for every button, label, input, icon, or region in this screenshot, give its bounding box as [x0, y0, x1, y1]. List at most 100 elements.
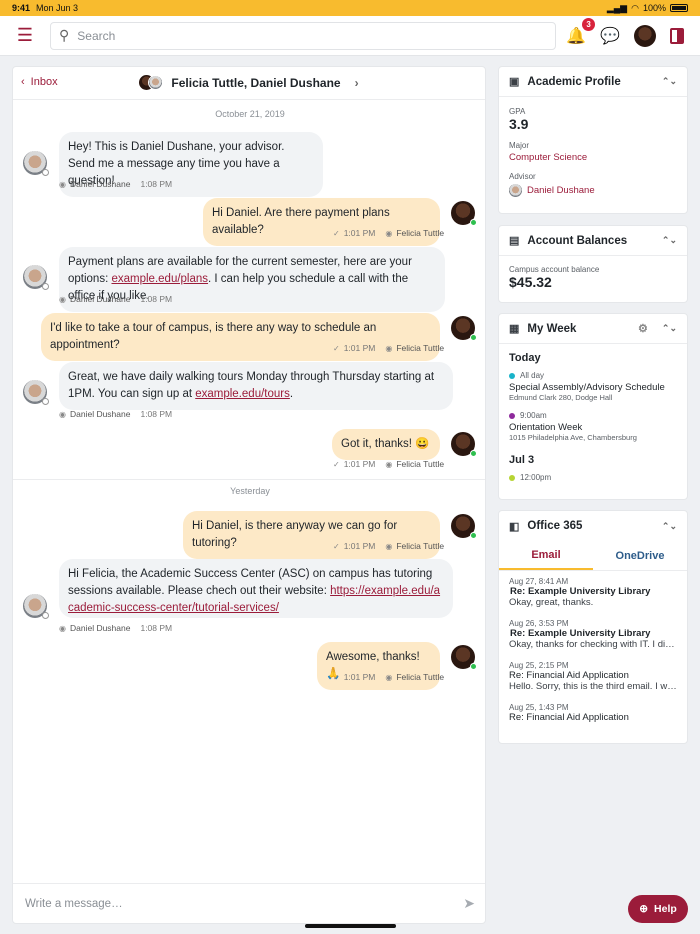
sender-name: Felicia Tuttle	[396, 343, 445, 353]
sent-check-icon: ✓	[333, 459, 340, 469]
gpa-label: GPA	[509, 107, 526, 116]
sent-check-icon: ✓	[333, 343, 340, 353]
event-item[interactable]: 12:00pm	[509, 473, 677, 482]
message-time: 1:01 PM	[343, 672, 376, 682]
date-separator: October 21, 2019	[215, 109, 285, 119]
academic-profile-card: ▣ Academic Profile ⌃⌄ GPA 3.9 Major Comp…	[498, 66, 688, 214]
message-bubble: Great, we have daily walking tours Monda…	[59, 362, 453, 410]
card-header: ▤ Account Balances ⌃⌄	[499, 226, 687, 256]
avatar	[451, 645, 477, 670]
sender-icon: ◉	[59, 179, 66, 189]
avatar	[451, 514, 477, 539]
sender-name: Felicia Tuttle	[396, 228, 445, 238]
back-to-inbox-link[interactable]: ‹ Inbox	[21, 76, 58, 88]
office-tabs: Email OneDrive	[499, 541, 687, 571]
chat-icon[interactable]: 💬	[600, 26, 620, 46]
gear-icon[interactable]: ⚙	[638, 322, 648, 335]
sender-icon: ◉	[59, 409, 66, 419]
event-title: Special Assembly/Advisory Schedule	[509, 382, 665, 393]
message-meta: ◉ Daniel Dushane 1:08 PM	[59, 409, 178, 419]
message-text: I'd like to take a tour of campus, is th…	[50, 322, 377, 351]
sender-name: Daniel Dushane	[69, 294, 131, 304]
email-preview: Okay, thanks for checking with IT. I did…	[509, 639, 677, 650]
event-time: 12:00pm	[520, 473, 552, 482]
message-input[interactable]	[25, 897, 445, 910]
bell-icon[interactable]: 🔔 3	[566, 17, 596, 46]
event-item[interactable]: 9:00am Orientation Week 1015 Philadelphi…	[509, 411, 677, 442]
card-header: ▣ Academic Profile ⌃⌄	[499, 67, 687, 97]
top-bar: ☰ ⚲ 🔔 3 💬	[0, 16, 700, 56]
avatar	[148, 75, 164, 90]
status-bar: 9:41 Mon Jun 3 ▂▄▆ ◠ 100%	[0, 0, 700, 16]
email-item[interactable]: Aug 27, 8:41 AM Re: Example University L…	[499, 577, 687, 608]
hamburger-menu-icon[interactable]: ☰	[0, 16, 50, 56]
message-composer: ➤	[13, 883, 485, 923]
sender-icon: ◉	[59, 294, 66, 304]
divider	[13, 479, 485, 480]
message-time: 1:08 PM	[140, 294, 173, 304]
message-link[interactable]: example.edu/plans	[111, 273, 208, 285]
message-meta: ✓ 1:01 PM ◉ Felicia Tuttle	[333, 672, 444, 682]
email-subject: Re: Example University Library	[510, 586, 651, 597]
day-heading: Today	[509, 352, 541, 364]
email-item[interactable]: Aug 25, 1:43 PM Re: Financial Aid Applic…	[499, 703, 687, 723]
date-separator: Yesterday	[230, 486, 270, 496]
major-label: Major	[509, 141, 530, 150]
home-indicator	[305, 924, 396, 928]
search-box[interactable]: ⚲	[50, 21, 556, 50]
message-bubble: I'd like to take a tour of campus, is th…	[41, 313, 440, 361]
message-time: 1:08 PM	[140, 623, 173, 633]
status-dot	[470, 450, 477, 457]
collapse-icon[interactable]: ⌃⌄	[662, 323, 677, 334]
collapse-icon[interactable]: ⌃⌄	[662, 76, 677, 87]
message-meta: ◉ Daniel Dushane 1:08 PM	[59, 623, 178, 633]
advisor-link[interactable]: Daniel Dushane	[527, 185, 595, 196]
email-item[interactable]: Aug 26, 3:53 PM Re: Example University L…	[499, 619, 687, 650]
side-panel-icon[interactable]	[670, 27, 684, 44]
status-date: Mon Jun 3	[36, 3, 79, 13]
office365-card: ◧ Office 365 ⌃⌄ Email OneDrive Aug 27, 8…	[498, 510, 688, 744]
search-icon: ⚲	[59, 27, 70, 43]
id-card-icon: ▣	[509, 76, 520, 88]
message-meta: ✓ 1:01 PM ◉ Felicia Tuttle	[333, 343, 444, 353]
event-color-dot	[509, 372, 515, 379]
message-meta: ✓ 1:01 PM ◉ Felicia Tuttle	[333, 459, 444, 469]
tab-onedrive[interactable]: OneDrive	[593, 541, 687, 570]
conversation-header: ‹ Inbox Felicia Tuttle, Daniel Dushane ›	[13, 67, 485, 100]
message-meta: ◉ Daniel Dushane 1:08 PM	[59, 294, 178, 304]
event-time: 9:00am	[520, 411, 547, 420]
avatar	[23, 380, 49, 405]
email-item[interactable]: Aug 25, 2:15 PM Re: Financial Aid Applic…	[499, 661, 687, 692]
tab-email[interactable]: Email	[499, 541, 593, 570]
send-icon[interactable]: ➤	[463, 895, 475, 912]
message-bubble: Hi Daniel. Are there payment plans avail…	[203, 198, 440, 246]
search-input[interactable]	[77, 28, 518, 43]
major-value[interactable]: Computer Science	[509, 152, 677, 163]
conversation-title[interactable]: Felicia Tuttle, Daniel Dushane ›	[139, 74, 359, 92]
my-week-card: ▦ My Week ⚙ ⌃⌄ Today All day Special Ass…	[498, 313, 688, 500]
event-item[interactable]: All day Special Assembly/Advisory Schedu…	[509, 371, 677, 402]
sender-icon: ◉	[385, 541, 393, 551]
battery-icon	[670, 4, 688, 12]
card-title: Office 365	[527, 520, 583, 532]
help-button[interactable]: ⊕ Help	[628, 895, 688, 923]
email-date: Aug 27, 8:41 AM	[509, 577, 569, 586]
message-link[interactable]: example.edu/tours	[195, 388, 290, 400]
collapse-icon[interactable]: ⌃⌄	[662, 521, 677, 532]
event-color-dot	[509, 474, 515, 481]
sender-icon: ◉	[385, 459, 393, 469]
conversation-title-text: Felicia Tuttle, Daniel Dushane	[171, 76, 341, 90]
signal-icon: ▂▄▆	[606, 2, 628, 13]
status-dot	[470, 219, 477, 226]
balance-amount: $45.32	[509, 274, 552, 290]
profile-avatar[interactable]	[634, 24, 656, 47]
message-time: 1:08 PM	[140, 179, 173, 189]
message-bubble: Hi Daniel, is there anyway we can go for…	[183, 511, 440, 559]
collapse-icon[interactable]: ⌃⌄	[662, 235, 677, 246]
sender-icon: ◉	[385, 228, 393, 238]
email-subject: Re: Example University Library	[510, 628, 651, 639]
message-time: 1:01 PM	[343, 541, 376, 551]
status-dot	[42, 398, 49, 405]
sent-check-icon: ✓	[333, 228, 340, 238]
avatar	[509, 184, 522, 197]
